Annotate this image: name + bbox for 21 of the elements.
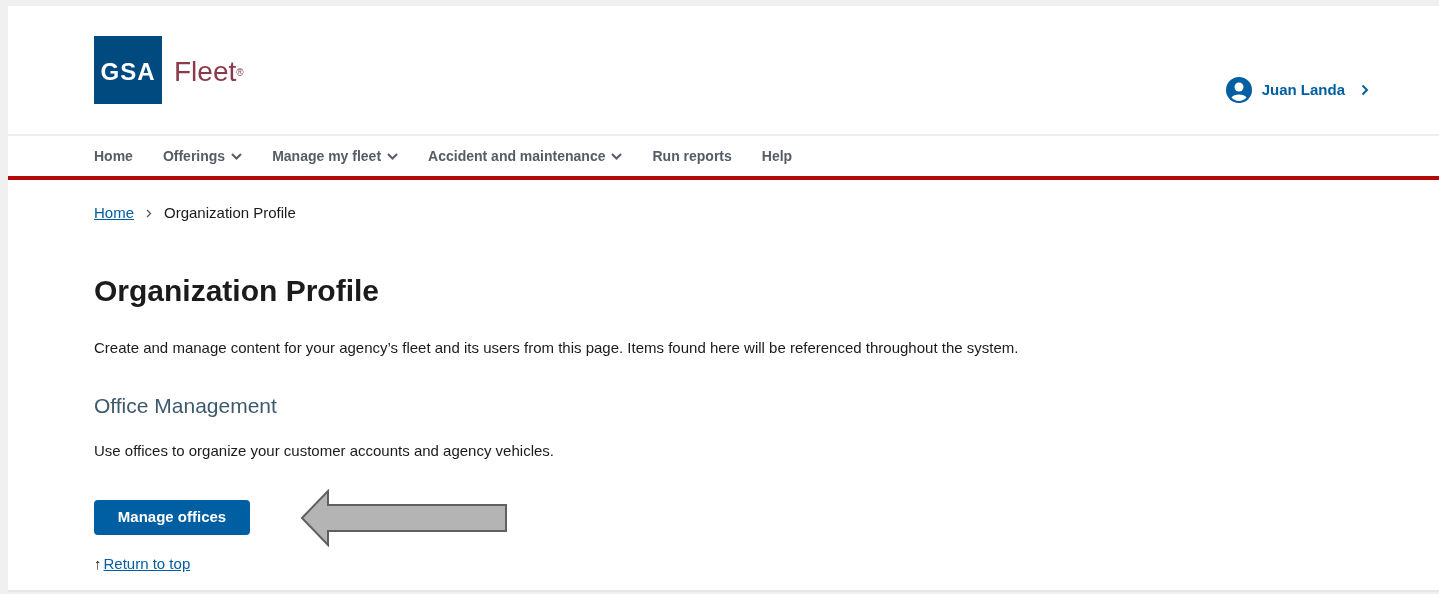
nav-link[interactable]: Accident and maintenance <box>428 145 623 167</box>
section-text: Use offices to organize your customer accounts and agency vehicles. <box>94 441 555 462</box>
user-menu-link[interactable]: Juan Landa <box>1225 77 1369 103</box>
nav-link[interactable]: Offerings <box>162 145 243 167</box>
intro-text: Create and manage content for your agency’s fleet and its users from this page. Items found here will be referenced throughout the system. <box>94 337 1020 358</box>
breadcrumb-current: Organization Profile <box>164 203 296 223</box>
manage-offices-button[interactable]: Manage offices <box>94 500 250 536</box>
nav-link[interactable]: Manage my fleet <box>272 145 399 167</box>
chevron-right-icon <box>146 208 152 218</box>
chevron-right-icon <box>1361 84 1369 96</box>
brand-name: Fleet$^{®}$ <box>174 55 244 89</box>
nav-link[interactable]: Run reports <box>652 145 732 167</box>
return-to-top-link[interactable]: Return to top <box>103 552 191 576</box>
up-arrow-icon: ↑ <box>94 552 102 576</box>
breadcrumb-link[interactable]: Home <box>94 202 134 225</box>
user-icon <box>1225 77 1252 103</box>
logo: GSA <box>94 36 162 104</box>
section-heading: Office Management <box>94 393 278 419</box>
nav-link[interactable]: Help <box>761 145 793 167</box>
nav-link[interactable]: Home <box>94 145 133 167</box>
page-title: Organization Profile <box>94 272 381 309</box>
